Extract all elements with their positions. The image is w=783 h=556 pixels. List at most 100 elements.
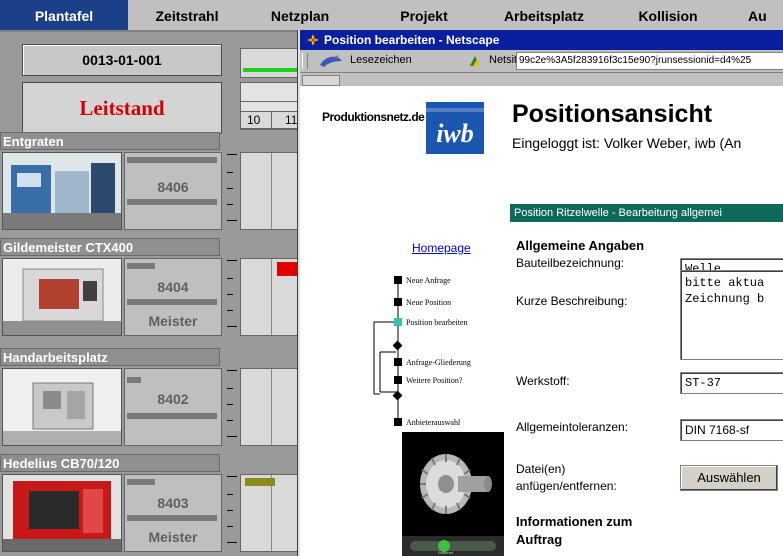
flow-step-label: Position bearbeiten: [406, 318, 468, 327]
tolerance-label: Allgemeintoleranzen:: [516, 420, 629, 434]
tab-netzplan[interactable]: Netzplan: [246, 0, 354, 30]
machine-bar: [127, 377, 141, 383]
machine-panel[interactable]: 8404 Meister: [124, 258, 222, 336]
material-input[interactable]: ST-37: [680, 372, 783, 394]
tab-arbeitsplatz[interactable]: Arbeitsplatz: [484, 0, 604, 30]
iwb-logo-text: iwb: [436, 119, 474, 148]
timeline-days: 10 11: [240, 111, 302, 129]
location-toolbar: Lesezeichen Netsite: 99c2e%3A5f283916f3c…: [300, 50, 783, 73]
3d-gear-viewer[interactable]: Rotieren: [402, 432, 504, 556]
machine-number: 8404: [157, 279, 189, 295]
toolbar-tab-handle[interactable]: [302, 75, 340, 86]
flow-step-label: Neue Anfrage: [406, 276, 451, 285]
tab-au[interactable]: Au: [748, 0, 783, 30]
page-title: Positionsansicht: [512, 100, 713, 128]
machine-title: Entgraten: [0, 132, 220, 150]
schedule-lane[interactable]: [240, 152, 302, 230]
scheduled-job-bar[interactable]: [245, 478, 275, 486]
page-content: Produktionsnetz.de iwb Positionsansicht …: [300, 86, 783, 556]
row-ticks: [227, 150, 237, 226]
machine-title: Handarbeitsplatz: [0, 348, 220, 366]
homepage-link[interactable]: Homepage: [412, 241, 471, 255]
gear-model-icon: [402, 432, 504, 536]
tab-plantafel[interactable]: Plantafel: [0, 0, 128, 30]
order-info-heading: Informationen zum: [516, 514, 633, 529]
scheduled-job-bar[interactable]: [277, 262, 299, 276]
tolerance-select[interactable]: DIN 7168-sf: [680, 419, 783, 441]
schedule-lane[interactable]: [240, 474, 302, 552]
tab-projekt[interactable]: Projekt: [374, 0, 474, 30]
machine-panel[interactable]: 8402: [124, 368, 222, 446]
machine-bar: [127, 157, 217, 163]
row-ticks: [227, 256, 237, 332]
tab-zeitstrahl[interactable]: Zeitstrahl: [128, 0, 246, 30]
description-textarea[interactable]: bitte aktua Zeichnung b: [680, 270, 783, 360]
window-title-bar[interactable]: Position bearbeiten - Netscape: [300, 30, 783, 50]
netsite-icon: [470, 56, 480, 66]
machine-bar: [127, 515, 217, 521]
order-info-heading-2: Auftrag: [516, 532, 563, 547]
select-files-button[interactable]: Auswählen: [680, 465, 778, 491]
flow-step-marker: [394, 358, 402, 366]
day-label: 10: [247, 113, 261, 127]
machine-title: Gildemeister CTX400: [0, 238, 220, 256]
machine-bar: [127, 479, 155, 485]
flow-step-marker-current: [394, 318, 402, 326]
machine-photo: [2, 152, 122, 230]
tab-kollision[interactable]: Kollision: [614, 0, 722, 30]
machine-photo: [2, 368, 122, 446]
machine-bar: [127, 263, 155, 269]
files-label: Datei(en): [516, 462, 566, 476]
machine-bar: [127, 199, 217, 205]
main-tab-bar: Plantafel Zeitstrahl Netzplan Projekt Ar…: [0, 0, 783, 32]
url-field[interactable]: 99c2e%3A5f283916f3c15e90?jrunsessionid=d…: [516, 52, 783, 70]
bookmarks-icon[interactable]: [316, 53, 346, 69]
flow-step-label: Anfrage-Gliederung: [406, 358, 471, 367]
material-label: Werkstoff:: [516, 374, 570, 388]
flow-step-label: Neue Position: [406, 298, 452, 307]
flow-step-marker: [394, 376, 402, 384]
login-info: Eingeloggt ist: Volker Weber, iwb (An: [512, 135, 742, 151]
order-id-field: 0013-01-001: [22, 44, 222, 76]
flow-step-marker: [394, 298, 402, 306]
flow-step-label: Anbieterauswahl: [406, 418, 461, 427]
netscape-icon: [306, 33, 320, 47]
progress-bar: [243, 68, 299, 72]
machine-photo: [2, 474, 122, 552]
machine-number: 8402: [157, 391, 189, 407]
machine-meister: Meister: [148, 313, 198, 329]
iwb-logo: iwb: [426, 102, 484, 154]
machine-number: 8403: [157, 495, 189, 511]
leitstand-heading: Leitstand: [22, 82, 222, 134]
row-ticks: [227, 366, 237, 442]
machine-image-icon: [3, 369, 121, 445]
browser-window: Position bearbeiten - Netscape Lesezeich…: [298, 30, 783, 556]
part-label: Bauteilbezeichnung:: [516, 256, 625, 270]
machine-photo: [2, 258, 122, 336]
flow-step-label: Weitere Position?: [406, 376, 463, 385]
planning-board: 0013-01-001 Leitstand 10 11 Entgraten 84…: [0, 32, 302, 556]
machine-title: Hedelius CB70/120: [0, 454, 220, 472]
machine-image-icon: [3, 475, 121, 551]
viewer-toolbar: Rotieren: [402, 536, 504, 556]
section-header: Position Ritzelwelle - Bearbeitung allge…: [510, 204, 783, 222]
machine-panel[interactable]: 8406: [124, 152, 222, 230]
machine-number: 8406: [157, 179, 189, 195]
flow-step-marker: [394, 418, 402, 426]
row-ticks: [227, 472, 237, 548]
flow-step-marker: [394, 276, 402, 284]
gantt-header-top: [240, 48, 302, 78]
personal-toolbar: [300, 73, 783, 87]
machine-image-icon: [3, 259, 121, 335]
schedule-lane[interactable]: [240, 368, 302, 446]
toolbar-grip[interactable]: [302, 53, 308, 69]
machine-bar: [127, 299, 217, 305]
machine-meister: Meister: [148, 529, 198, 545]
workflow-diagram: Neue Anfrage Neue Position Position bear…: [360, 272, 510, 442]
description-label: Kurze Beschreibung:: [516, 294, 628, 308]
bookmarks-label[interactable]: Lesezeichen: [350, 54, 412, 66]
schedule-lane[interactable]: [240, 258, 302, 336]
machine-panel[interactable]: 8403 Meister: [124, 474, 222, 552]
window-title: Position bearbeiten - Netscape: [324, 33, 500, 47]
day-label: 11: [285, 113, 298, 127]
